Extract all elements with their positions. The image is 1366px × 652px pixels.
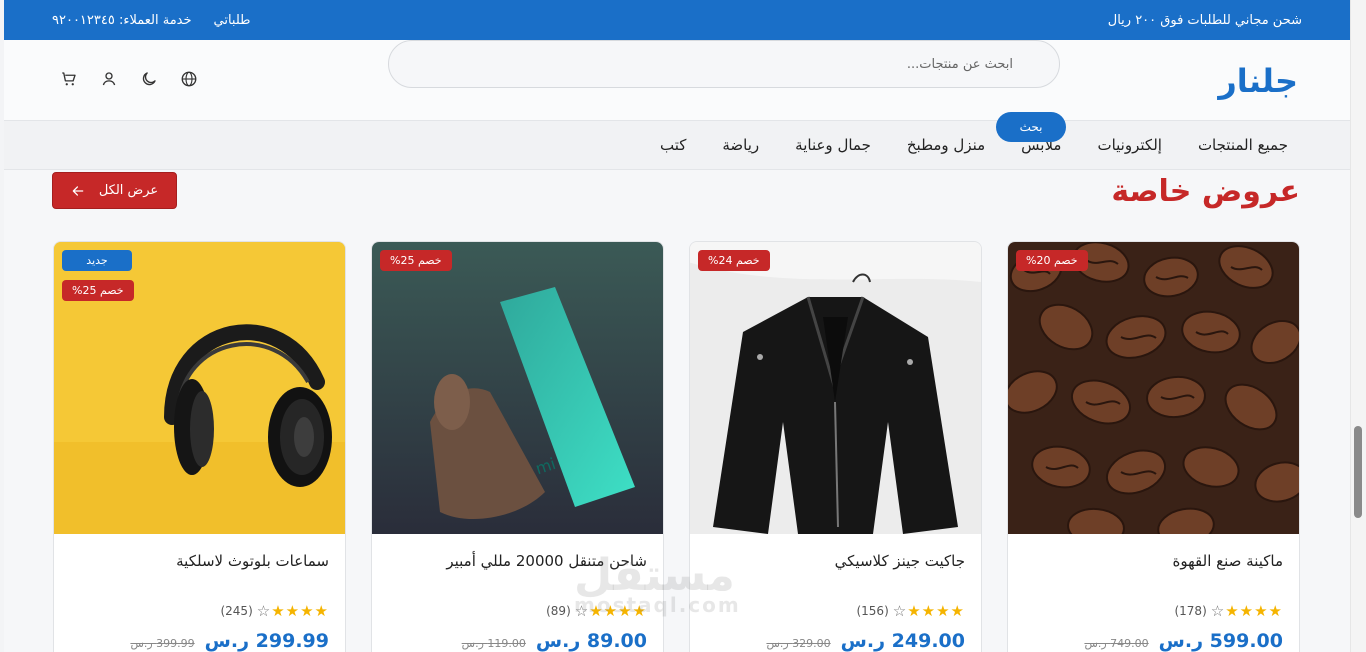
old-price: 329.00 ر.س [766,637,831,650]
arrow-left-icon [72,185,84,196]
user-icon[interactable] [100,70,118,88]
product-name[interactable]: سماعات بلوتوث لاسلكية [70,552,329,594]
nav-item-books[interactable]: كتب [660,136,686,154]
product-prices: 299.99 ر.س 399.99 ر.س [70,630,329,652]
review-count: (178) [1174,604,1207,618]
nav-item-beauty[interactable]: جمال وعناية [795,136,871,154]
product-image-jacket[interactable]: خصم 24% [690,242,981,534]
review-count: (156) [856,604,889,618]
site-header: جلنار ابحث عن منتجات... [4,40,1350,130]
product-rating: ★★★★☆ (89) [388,602,647,620]
product-name[interactable]: شاحن متنقل 20000 مللي أمبير [388,552,647,594]
my-orders-link[interactable]: طلباتي [214,13,251,28]
coffee-beans-illustration [1008,242,1299,534]
product-card[interactable]: mi خصم 25% شاحن متنقل 20000 مللي أمبير ★… [371,241,664,652]
discount-badge: خصم 20% [1016,250,1088,271]
nav-item-all-products[interactable]: جميع المنتجات [1198,136,1288,154]
section-title: عروض خاصة [1111,174,1300,209]
product-info: شاحن متنقل 20000 مللي أمبير ★★★★☆ (89) 8… [372,534,663,652]
product-card[interactable]: جديد خصم 25% سماعات بلوتوث لاسلكية ★★★★☆… [53,241,346,652]
scrollbar-thumb[interactable] [1354,426,1362,518]
special-offers-header: عروض خاصة عرض الكل [4,170,1350,240]
jacket-illustration [690,242,981,534]
review-count: (89) [546,604,571,618]
rating-stars: ★★★★☆ [1210,602,1283,620]
page: شحن مجاني للطلبات فوق ٢٠٠ ريال طلباتي خد… [4,0,1350,652]
nav-item-sports[interactable]: رياضة [722,136,759,154]
discount-badge: خصم 25% [62,280,134,301]
product-info: سماعات بلوتوث لاسلكية ★★★★☆ (245) 299.99… [54,534,345,652]
product-info: ماكينة صنع القهوة ★★★★☆ (178) 599.00 ر.س… [1008,534,1299,652]
search-input[interactable]: ابحث عن منتجات... [388,40,1060,88]
power-bank-illustration: mi [372,242,663,534]
old-price: 749.00 ر.س [1084,637,1149,650]
current-price: 299.99 ر.س [204,630,329,652]
product-prices: 599.00 ر.س 749.00 ر.س [1024,630,1283,652]
product-rating: ★★★★☆ (156) [706,602,965,620]
search-placeholder: ابحث عن منتجات... [906,56,1013,72]
product-prices: 249.00 ر.س 329.00 ر.س [706,630,965,652]
customer-service-text: خدمة العملاء: ٩٢٠٠١٢٣٤٥ [52,12,192,28]
header-actions [60,70,198,88]
current-price: 89.00 ر.س [535,630,647,652]
discount-badge: خصم 25% [380,250,452,271]
nav-item-home-kitchen[interactable]: منزل ومطبخ [907,136,985,154]
announcement-bar: شحن مجاني للطلبات فوق ٢٠٠ ريال طلباتي خد… [4,0,1350,40]
discount-badge: خصم 24% [698,250,770,271]
old-price: 119.00 ر.س [461,637,526,650]
product-image-power-bank[interactable]: mi خصم 25% [372,242,663,534]
moon-icon[interactable] [140,70,158,88]
old-price: 399.99 ر.س [130,637,195,650]
product-info: جاكيت جينز كلاسيكي ★★★★☆ (156) 249.00 ر.… [690,534,981,652]
free-shipping-text: شحن مجاني للطلبات فوق ٢٠٠ ريال [1107,12,1302,28]
review-count: (245) [220,604,253,618]
globe-icon[interactable] [180,70,198,88]
category-nav: جميع المنتجات إلكترونيات ملابس منزل ومطب… [4,121,1350,170]
product-card[interactable]: خصم 20% ماكينة صنع القهوة ★★★★☆ (178) 59… [1007,241,1300,652]
product-grid: جديد خصم 25% سماعات بلوتوث لاسلكية ★★★★☆… [53,241,1300,652]
product-image-coffee-maker[interactable]: خصم 20% [1008,242,1299,534]
search-button[interactable]: بحث [996,112,1066,142]
product-name[interactable]: جاكيت جينز كلاسيكي [706,552,965,594]
product-name[interactable]: ماكينة صنع القهوة [1024,552,1283,594]
view-all-label: عرض الكل [98,183,159,198]
product-rating: ★★★★☆ (245) [70,602,329,620]
view-all-button[interactable]: عرض الكل [52,172,177,209]
product-image-headphones[interactable]: جديد خصم 25% [54,242,345,534]
nav-item-electronics[interactable]: إلكترونيات [1097,136,1161,154]
current-price: 249.00 ر.س [840,630,965,652]
new-badge: جديد [62,250,132,271]
cart-icon[interactable] [60,70,78,88]
product-prices: 89.00 ر.س 119.00 ر.س [388,630,647,652]
product-card[interactable]: خصم 24% جاكيت جينز كلاسيكي ★★★★☆ (156) 2… [689,241,982,652]
rating-stars: ★★★★☆ [256,602,329,620]
product-rating: ★★★★☆ (178) [1024,602,1283,620]
current-price: 599.00 ر.س [1158,630,1283,652]
rating-stars: ★★★★☆ [574,602,647,620]
rating-stars: ★★★★☆ [892,602,965,620]
topbar-links: طلباتي خدمة العملاء: ٩٢٠٠١٢٣٤٥ [52,13,251,28]
site-logo[interactable]: جلنار [1218,62,1298,100]
page-scrollbar[interactable] [1350,0,1366,652]
